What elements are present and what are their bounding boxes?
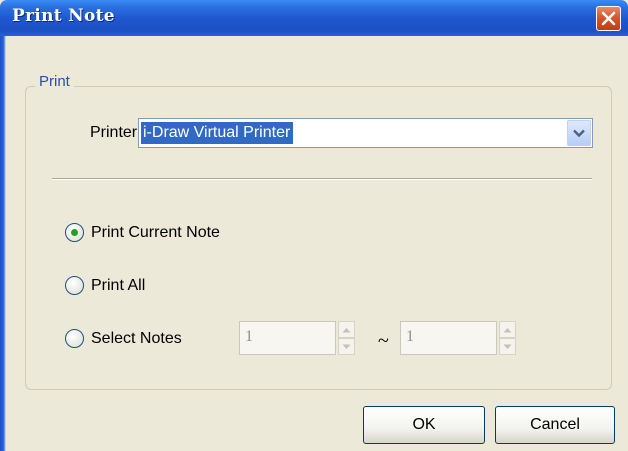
printer-label: Printer [90, 124, 138, 141]
radio-label: Print Current Note [91, 223, 220, 241]
title-bar[interactable]: Print Note [0, 0, 628, 36]
printer-selected-value: i-Draw Virtual Printer [141, 122, 294, 144]
radio-circle[interactable] [65, 329, 84, 348]
spin-buttons [338, 321, 355, 355]
radio-circle[interactable] [65, 223, 84, 242]
spin-down-button[interactable] [499, 338, 516, 355]
dropdown-button[interactable] [567, 120, 591, 146]
radio-label: Print All [91, 276, 146, 294]
radio-label: Select Notes [91, 329, 182, 347]
arrow-down-icon [503, 344, 512, 349]
spin-up-button[interactable] [499, 321, 516, 338]
window-border [0, 36, 6, 451]
radio-circle[interactable] [65, 276, 84, 295]
spin-up-button[interactable] [338, 321, 355, 338]
chevron-down-icon [573, 129, 585, 137]
radio-select-notes[interactable]: Select Notes [65, 329, 182, 348]
separator [52, 178, 592, 180]
close-icon [601, 11, 616, 26]
close-button[interactable] [596, 6, 621, 31]
range-from-input[interactable]: 1 [239, 321, 336, 355]
radio-print-all[interactable]: Print All [65, 276, 145, 295]
spin-buttons [499, 321, 516, 355]
radio-selected-dot [71, 229, 78, 236]
printer-dropdown[interactable]: i-Draw Virtual Printer [138, 118, 593, 148]
cancel-button[interactable]: Cancel [495, 406, 615, 444]
arrow-up-icon [503, 327, 512, 332]
arrow-down-icon [342, 344, 351, 349]
dialog-title: Print Note [12, 6, 115, 26]
range-to-input[interactable]: 1 [400, 321, 497, 355]
radio-print-current-note[interactable]: Print Current Note [65, 223, 220, 242]
groupbox-label: Print [35, 73, 74, 90]
print-note-dialog: Print Note Print Printer i-Draw Virtual … [0, 0, 628, 451]
ok-button[interactable]: OK [363, 406, 485, 444]
arrow-up-icon [342, 327, 351, 332]
spin-down-button[interactable] [338, 338, 355, 355]
range-separator: ~ [378, 330, 389, 352]
